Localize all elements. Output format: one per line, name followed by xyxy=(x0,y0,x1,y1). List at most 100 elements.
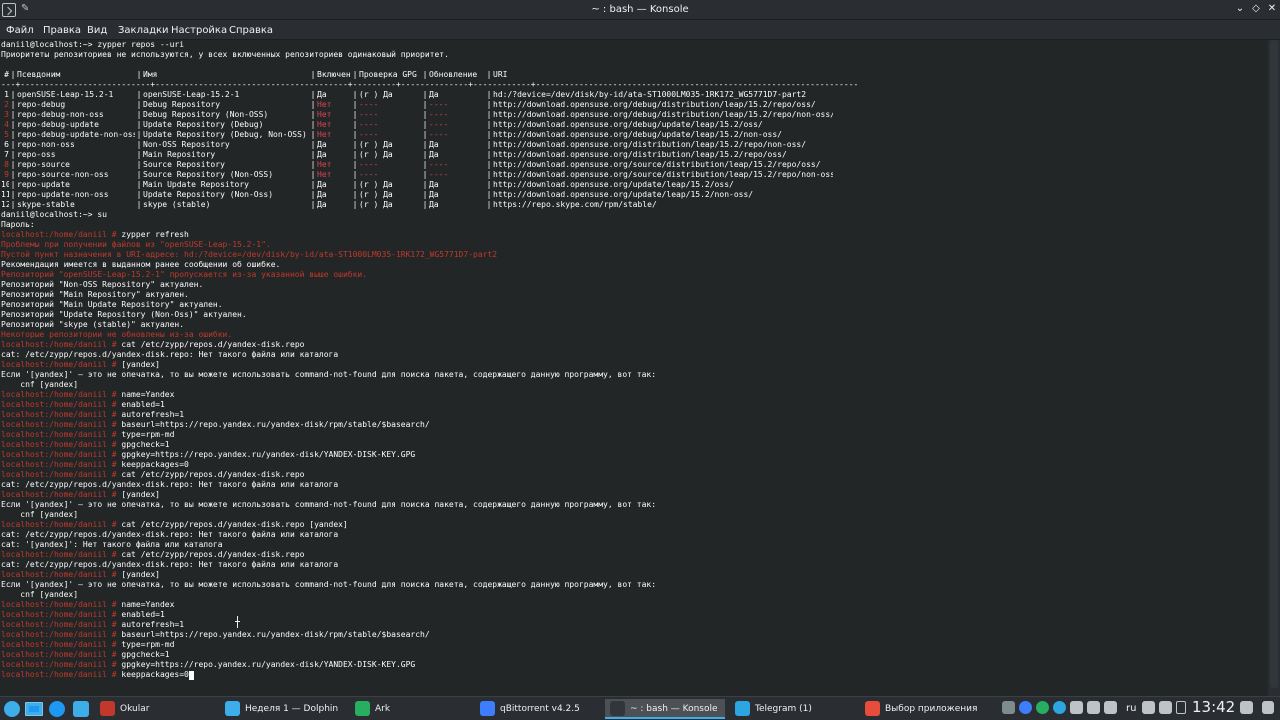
terminal-line: localhost:/home/daniil # gpgkey=https://… xyxy=(1,450,858,460)
task-dolphin[interactable]: Неделя 1 — Dolphin xyxy=(220,699,345,719)
shell-command: name=Yandex xyxy=(121,390,175,399)
column-separator: | xyxy=(352,120,358,129)
table-cell: Нет xyxy=(317,160,332,169)
shell-prompt: localhost:/home/daniil # xyxy=(1,520,122,529)
table-cell: 7 xyxy=(4,150,9,159)
repo-table-header: # | Псевдоним | Имя | Включен | Проверка GPG | Обн… xyxy=(1,70,858,80)
terminal-scrollbar[interactable] xyxy=(1268,40,1280,696)
task-telegram[interactable]: Telegram (1) xyxy=(730,699,855,719)
terminal-line: Пароль: xyxy=(1,220,858,230)
tray-expand-icon[interactable] xyxy=(1176,701,1186,714)
column-separator: | xyxy=(310,70,316,79)
table-cell: repo-source xyxy=(17,160,70,169)
tray-notifications-icon[interactable] xyxy=(1104,701,1117,714)
application-launcher-icon[interactable] xyxy=(4,701,20,717)
table-cell: Да xyxy=(317,150,327,159)
output-text: cat: /etc/zypp/repos.d/yandex-disk.repo:… xyxy=(1,480,339,489)
vivaldi-launcher-icon[interactable] xyxy=(49,701,65,717)
table-cell: Да xyxy=(317,180,327,189)
tray-devices-icon[interactable] xyxy=(1087,701,1100,714)
discover-launcher-icon[interactable] xyxy=(73,701,89,717)
terminal-line: localhost:/home/daniil # keeppackages=0 xyxy=(1,460,858,470)
column-separator: | xyxy=(486,190,492,199)
shell-command: [yandex] xyxy=(121,570,160,579)
shell-command: zypper refresh xyxy=(121,230,189,239)
terminal-line: cnf [yandex] xyxy=(1,590,858,600)
table-cell: repo-update xyxy=(17,180,70,189)
task-qbittorrent[interactable]: qBittorrent v4.2.5 xyxy=(475,699,600,719)
terminal-line: localhost:/home/daniil # baseurl=https:/… xyxy=(1,420,858,430)
shell-command: cat /etc/zypp/repos.d/yandex-disk.repo [… xyxy=(121,520,348,529)
menu-file[interactable]: Файл xyxy=(6,25,34,36)
terminal-line: localhost:/home/daniil # gpgcheck=1 xyxy=(1,650,858,660)
menu-edit[interactable]: Правка xyxy=(43,25,81,36)
table-cell: http://download.opensuse.org/update/leap… xyxy=(493,190,754,199)
shell-command: baseurl=https://repo.yandex.ru/yandex-di… xyxy=(121,420,430,429)
terminal-line: cat: /etc/zypp/repos.d/yandex-disk.repo:… xyxy=(1,530,858,540)
repo-table-row: 11| repo-update-non-oss | Update Repository… xyxy=(1,190,858,200)
minimize-icon[interactable]: ⌄ xyxy=(1233,2,1247,16)
task-app-chooser[interactable]: Выбор приложения —… xyxy=(860,699,985,719)
column-separator: | xyxy=(136,180,142,189)
menu-help[interactable]: Справка xyxy=(229,25,273,36)
terminal-line: localhost:/home/daniil # [yandex] xyxy=(1,570,858,580)
table-cell: Source Repository (Non-OSS) xyxy=(143,170,274,179)
shell-command: enabled=1 xyxy=(121,400,165,409)
tray-network-icon[interactable] xyxy=(1142,701,1155,714)
tray-update-icon[interactable] xyxy=(1036,701,1049,714)
column-separator: | xyxy=(310,160,316,169)
terminal-line: daniil@localhost:~> zypper repos --uri xyxy=(1,40,858,50)
repo-table-row: 12| skype-stable | skype (stable) | Да | (r ) Д… xyxy=(1,200,858,210)
show-desktop-icon[interactable] xyxy=(1240,701,1253,714)
panel-options-icon[interactable] xyxy=(1262,701,1274,714)
menu-settings[interactable]: Настройка xyxy=(171,25,227,36)
tray-kdeconnect-icon[interactable] xyxy=(1002,701,1015,714)
tray-qbittorrent-icon[interactable] xyxy=(1019,701,1032,714)
column-separator: | xyxy=(136,140,142,149)
task-konsole[interactable]: ~ : bash — Konsole xyxy=(605,699,725,719)
terminal-view[interactable]: daniil@localhost:~> zypper repos --uri Пр… xyxy=(0,40,1268,696)
terminal-line: localhost:/home/daniil # baseurl=https:/… xyxy=(1,630,858,640)
table-cell: (r ) Да xyxy=(359,150,393,159)
shell-command: enabled=1 xyxy=(121,610,165,619)
shell-prompt: localhost:/home/daniil # xyxy=(1,410,122,419)
maximize-icon[interactable]: ◇ xyxy=(1249,2,1263,16)
menu-bookmarks[interactable]: Закладки xyxy=(118,25,169,36)
table-cell: ---- xyxy=(429,100,449,109)
table-cell: 10 xyxy=(1,180,9,189)
terminal-line: localhost:/home/daniil # cat /etc/zypp/r… xyxy=(1,520,858,530)
shell-prompt: localhost:/home/daniil # xyxy=(1,640,122,649)
task-ark[interactable]: Ark xyxy=(350,699,470,719)
table-cell: repo-debug-update-non-oss xyxy=(17,130,135,139)
menu-view[interactable]: Вид xyxy=(87,25,107,36)
shell-command: baseurl=https://repo.yandex.ru/yandex-di… xyxy=(121,630,430,639)
tray-volume-icon[interactable] xyxy=(1159,701,1172,714)
keyboard-layout[interactable]: ru xyxy=(1126,703,1136,714)
table-cell: ---- xyxy=(359,160,379,169)
qbittorrent-icon xyxy=(480,701,495,716)
terminal-line: localhost:/home/daniil # cat /etc/zypp/r… xyxy=(1,550,858,560)
shell-prompt: localhost:/home/daniil # xyxy=(1,550,122,559)
task-label: Неделя 1 — Dolphin xyxy=(245,704,339,714)
terminal-line: localhost:/home/daniil # type=rpm-md xyxy=(1,430,858,440)
task-okular[interactable]: Okular xyxy=(95,699,215,719)
terminal-line: localhost:/home/daniil # name=Yandex xyxy=(1,600,858,610)
clock[interactable]: 13:42 xyxy=(1192,698,1235,716)
column-separator: | xyxy=(422,160,428,169)
column-separator: | xyxy=(10,160,16,169)
repo-table-row: 8 | repo-source | Source Repository | Нет | ----… xyxy=(1,160,858,170)
tray-telegram-icon[interactable] xyxy=(1053,701,1066,714)
table-cell: Да xyxy=(317,90,327,99)
shell-command: gpgcheck=1 xyxy=(121,440,170,449)
scrollbar-thumb[interactable] xyxy=(1270,40,1278,688)
column-separator: | xyxy=(486,130,492,139)
column-separator: | xyxy=(422,140,428,149)
virtual-desktop-pager[interactable] xyxy=(25,702,43,716)
window-titlebar[interactable]: ✎ ~ : bash — Konsole ⌄ ◇ ✕ xyxy=(0,0,1280,20)
close-icon[interactable]: ✕ xyxy=(1265,2,1279,16)
tray-clipboard-icon[interactable] xyxy=(1070,701,1083,714)
table-cell: 11 xyxy=(1,190,9,199)
output-text: Репозиторий "skype (stable)" актуален. xyxy=(1,320,185,329)
terminal-line: Некоторые репозитории не обновлены из-за… xyxy=(1,330,858,340)
